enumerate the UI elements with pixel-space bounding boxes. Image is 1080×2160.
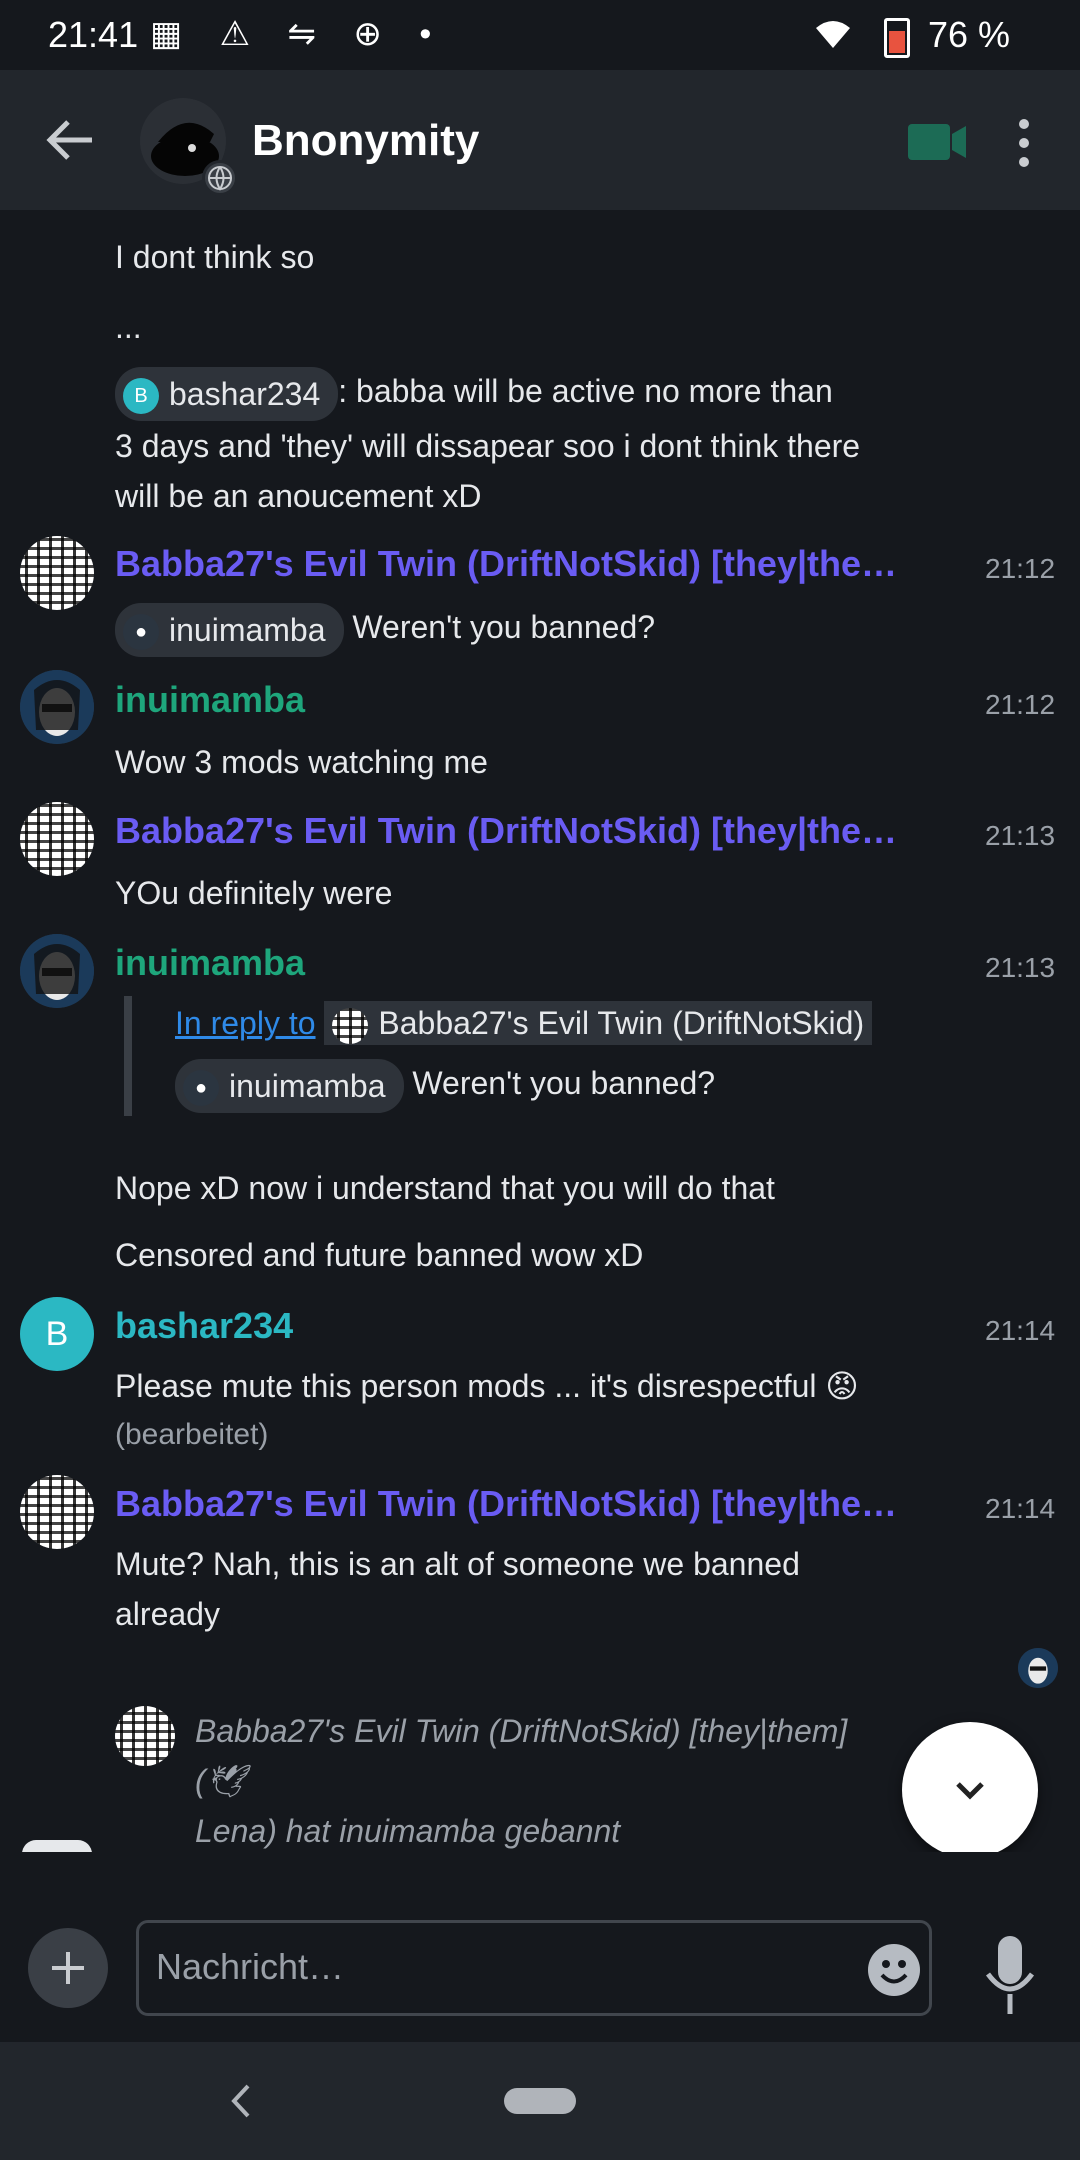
user-pill[interactable]: ● inuimamba — [115, 602, 344, 657]
sender-name[interactable]: bashar234 — [115, 1305, 935, 1347]
message-text: already — [115, 1596, 220, 1632]
emoji-icon[interactable] — [868, 1944, 920, 1996]
avatar: ● — [183, 1070, 219, 1107]
message-text: Bbashar234: babba will be active no more… — [115, 366, 945, 421]
reply-body: ● inuimamba Weren't you banned? — [175, 1058, 965, 1113]
message-text: I dont think so — [115, 239, 315, 275]
wifi-icon — [816, 21, 850, 48]
avatar[interactable] — [20, 934, 94, 1008]
avatar[interactable] — [20, 1475, 94, 1549]
in-reply-to-link[interactable]: In reply to — [175, 1005, 316, 1041]
user-pill[interactable]: ● inuimamba — [175, 1058, 404, 1113]
edited-label: (bearbeitet) — [115, 1418, 269, 1451]
status-time: 21:41 — [48, 14, 139, 55]
avatar: ● — [123, 614, 159, 651]
membership-event: Babba27's Evil Twin (DriftNotSkid) [they… — [195, 1713, 848, 1849]
more-vert-icon[interactable] — [1016, 118, 1032, 168]
avatar[interactable]: B — [20, 1297, 94, 1371]
sender-name[interactable]: Babba27's Evil Twin (DriftNotSkid) [they… — [115, 1483, 935, 1525]
sender-name[interactable]: inuimamba — [115, 679, 935, 721]
avatar[interactable] — [20, 802, 94, 876]
attach-button[interactable] — [28, 1928, 108, 2008]
sender-name[interactable]: Babba27's Evil Twin (DriftNotSkid) [they… — [115, 543, 935, 585]
sender-name[interactable]: Babba27's Evil Twin (DriftNotSkid) [they… — [115, 810, 935, 852]
back-arrow-icon[interactable] — [44, 118, 96, 162]
message-timestamp: 21:14 — [985, 1315, 1056, 1346]
scroll-to-bottom-button[interactable] — [902, 1722, 1038, 1858]
mic-icon[interactable] — [980, 1934, 1040, 2018]
reply-header: In reply to Babba27's Evil Twin (DriftNo… — [175, 998, 965, 1048]
avatar[interactable] — [20, 670, 94, 744]
message-timestamp: 21:12 — [985, 689, 1056, 720]
message-timestamp: 21:14 — [985, 1493, 1056, 1524]
globe-icon — [202, 160, 238, 196]
battery-icon — [884, 18, 910, 58]
message-input-placeholder[interactable]: Nachricht… — [156, 1946, 344, 1988]
message-text: ● inuimamba Weren't you banned? — [115, 602, 945, 657]
read-receipt-avatar[interactable] — [1018, 1648, 1058, 1688]
video-call-icon[interactable] — [908, 122, 966, 162]
message-timestamp: 21:13 — [985, 952, 1056, 983]
message-text: ... — [115, 309, 142, 345]
avatar: B — [123, 378, 159, 415]
nav-home-pill[interactable] — [504, 2088, 576, 2114]
message-text: will be an anoucement xD — [115, 478, 482, 514]
chevron-down-icon — [956, 1782, 984, 1800]
message-timestamp: 21:13 — [985, 820, 1056, 851]
avatar[interactable] — [20, 536, 94, 610]
sender-name[interactable]: inuimamba — [115, 942, 935, 984]
message-text: Mute? Nah, this is an alt of someone we … — [115, 1546, 800, 1582]
message-text: 3 days and 'they' will dissapear soo i d… — [115, 428, 861, 464]
message-text: Wow 3 mods watching me — [115, 744, 488, 780]
avatar — [332, 1007, 369, 1044]
room-title[interactable]: Bnonymity — [252, 116, 479, 166]
message-text: Please mute this person mods ... it's di… — [115, 1368, 859, 1404]
user-pill[interactable]: Bbashar234 — [115, 366, 339, 421]
message-text: Nope xD now i understand that you will d… — [115, 1170, 775, 1206]
reply-sender-pill[interactable]: Babba27's Evil Twin (DriftNotSkid) — [324, 1001, 873, 1045]
battery-percent: 76 % — [927, 14, 1010, 55]
message-timestamp: 21:12 — [985, 553, 1056, 584]
message-text: Censored and future banned wow xD — [115, 1237, 644, 1273]
message-text: YOu definitely were — [115, 875, 393, 911]
avatar[interactable] — [115, 1706, 175, 1766]
status-notification-icons: ▦ ⚠ ⇋ ⊕ • — [150, 15, 446, 53]
plus-icon — [52, 1952, 84, 1984]
nav-back-icon[interactable] — [228, 2082, 252, 2120]
